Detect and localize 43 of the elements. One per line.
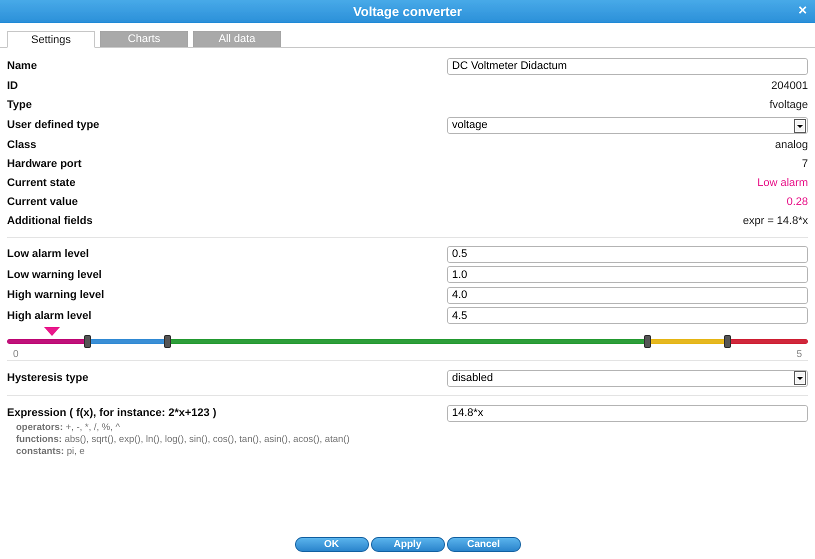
field-value: fvoltage bbox=[769, 98, 808, 114]
field-label: Name bbox=[7, 59, 37, 74]
slider-handle[interactable] bbox=[164, 335, 171, 348]
field-label: Low alarm level bbox=[7, 247, 89, 262]
slider-handle[interactable] bbox=[724, 335, 732, 348]
field-label: Low warning level bbox=[7, 268, 102, 282]
field-label: ID bbox=[7, 79, 18, 94]
dropdown[interactable]: voltage bbox=[447, 117, 808, 134]
help-text: constants: pi, e bbox=[16, 446, 86, 458]
slider-handle[interactable] bbox=[644, 335, 652, 348]
text-field[interactable]: 0.5 bbox=[447, 246, 808, 263]
text-field[interactable]: 4.5 bbox=[447, 307, 808, 324]
help-text: operators: +, -, *, /, %, ^ bbox=[16, 422, 121, 434]
text-field[interactable]: 14.8*x bbox=[447, 404, 808, 422]
tab[interactable]: Settings bbox=[7, 31, 95, 48]
field-label: Expression ( f(x), for instance: 2*x+123 ) bbox=[7, 406, 216, 421]
field-value: 0.28 bbox=[786, 195, 808, 210]
field-label: Hysteresis type bbox=[7, 370, 88, 386]
field-label: High warning level bbox=[7, 288, 104, 303]
help-text: functions: abs(), sqrt(), exp(), ln(), log(), sin(), cos(), tan(), asin(), acos(), atan() bbox=[16, 434, 351, 446]
field-label: User defined type bbox=[7, 118, 100, 134]
slider-handle[interactable] bbox=[84, 335, 91, 348]
field-label: Type bbox=[7, 98, 32, 114]
field-label: Class bbox=[7, 138, 36, 154]
text-field[interactable]: 4.0 bbox=[447, 286, 808, 304]
scale-label: 0 bbox=[13, 348, 19, 362]
caret-icon bbox=[794, 371, 806, 385]
dropdown[interactable]: disabled bbox=[447, 370, 808, 386]
field-label: Current state bbox=[7, 176, 76, 192]
field-label: Hardware port bbox=[7, 157, 82, 172]
caret-icon bbox=[794, 118, 806, 132]
field-value: 204001 bbox=[771, 79, 808, 94]
text-field[interactable]: 1.0 bbox=[447, 266, 808, 284]
field-label: High alarm level bbox=[7, 308, 92, 324]
field-label: Current value bbox=[7, 195, 78, 210]
window-title: Voltage converter bbox=[353, 2, 462, 21]
field-label: Additional fields bbox=[7, 214, 93, 230]
field-value: analog bbox=[774, 138, 808, 154]
scale-label: 5 bbox=[796, 348, 802, 362]
field-value: expr = 14.8*x bbox=[742, 214, 808, 230]
field-value: 7 bbox=[802, 157, 808, 172]
text-field[interactable]: DC Voltmeter Didactum bbox=[447, 58, 808, 75]
field-value: Low alarm bbox=[757, 176, 808, 192]
